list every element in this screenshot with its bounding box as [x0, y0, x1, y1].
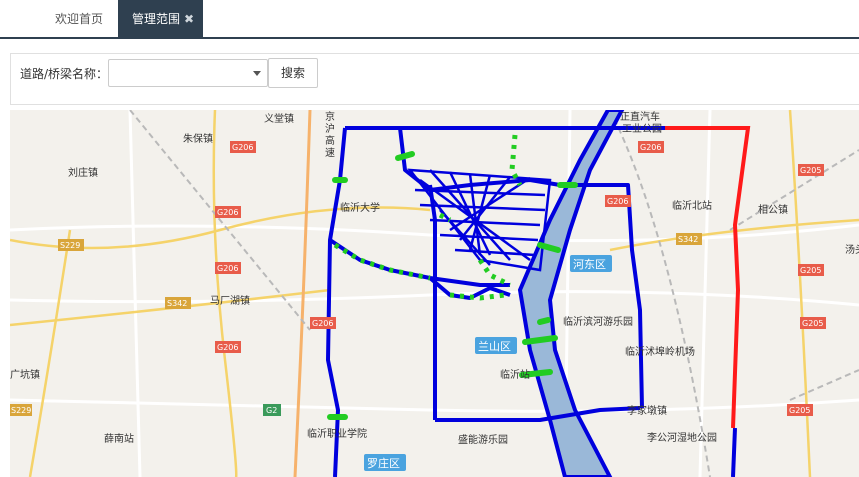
svg-text:马厂湖镇: 马厂湖镇	[210, 294, 250, 307]
svg-text:S342: S342	[167, 299, 187, 308]
search-button[interactable]: 搜索	[268, 58, 318, 88]
svg-text:相公镇: 相公镇	[758, 203, 788, 216]
svg-text:刘庄镇: 刘庄镇	[68, 166, 98, 179]
svg-text:G2: G2	[266, 406, 277, 415]
svg-text:G205: G205	[800, 266, 821, 275]
svg-text:李公河湿地公园: 李公河湿地公园	[647, 431, 717, 444]
svg-text:G206: G206	[640, 143, 661, 152]
svg-text:G205: G205	[802, 319, 823, 328]
close-icon[interactable]: ✖	[184, 0, 194, 39]
svg-text:工业公园: 工业公园	[622, 123, 662, 135]
svg-text:S229: S229	[60, 241, 80, 250]
svg-text:S342: S342	[678, 235, 698, 244]
svg-text:G205: G205	[789, 406, 810, 415]
svg-text:高: 高	[325, 134, 335, 147]
svg-text:汤头: 汤头	[845, 243, 859, 256]
road-bridge-name-label: 道路/桥梁名称：	[20, 67, 109, 81]
svg-text:朱保镇: 朱保镇	[183, 132, 213, 145]
search-panel: 道路/桥梁名称： 搜索	[10, 53, 859, 105]
svg-text:义堂镇: 义堂镇	[264, 112, 294, 125]
svg-text:G206: G206	[607, 197, 628, 206]
svg-text:正直汽车: 正直汽车	[620, 110, 660, 123]
svg-text:广坑镇: 广坑镇	[10, 368, 40, 381]
road-bridge-select[interactable]	[108, 59, 268, 87]
tab-bar: 欢迎首页 管理范围 ✖	[0, 0, 859, 39]
svg-text:兰山区: 兰山区	[478, 340, 511, 353]
map-canvas: G206 G206 G206 G206 G206 G206 G206 G205 …	[10, 110, 859, 477]
map-view[interactable]: G206 G206 G206 G206 G206 G206 G206 G205 …	[10, 110, 859, 477]
svg-text:临沂沭埠岭机场: 临沂沭埠岭机场	[625, 345, 695, 358]
tab-management-scope-label: 管理范围	[132, 12, 181, 26]
svg-text:京: 京	[325, 110, 335, 123]
svg-text:河东区: 河东区	[573, 258, 606, 271]
svg-text:G206: G206	[217, 264, 238, 273]
svg-text:沪: 沪	[325, 122, 335, 135]
svg-text:G206: G206	[217, 208, 238, 217]
svg-text:G205: G205	[800, 166, 821, 175]
tab-welcome[interactable]: 欢迎首页	[40, 0, 118, 39]
svg-text:罗庄区: 罗庄区	[367, 456, 400, 470]
svg-text:临沂大学: 临沂大学	[340, 201, 380, 214]
tab-management-scope[interactable]: 管理范围 ✖	[118, 0, 203, 39]
svg-text:临沂北站: 临沂北站	[672, 199, 712, 212]
svg-text:G206: G206	[312, 319, 333, 328]
svg-text:S229: S229	[11, 406, 31, 415]
svg-text:G206: G206	[217, 343, 238, 352]
chevron-down-icon	[253, 71, 261, 76]
svg-text:李家墩镇: 李家墩镇	[627, 404, 667, 417]
svg-text:临沂滨河游乐园: 临沂滨河游乐园	[563, 315, 633, 328]
svg-text:G206: G206	[232, 143, 253, 152]
svg-text:盛能游乐园: 盛能游乐园	[458, 433, 508, 446]
svg-text:速: 速	[325, 147, 335, 159]
svg-text:薛南站: 薛南站	[104, 432, 134, 445]
svg-text:临沂职业学院: 临沂职业学院	[307, 427, 367, 440]
svg-text:临沂站: 临沂站	[500, 368, 530, 381]
